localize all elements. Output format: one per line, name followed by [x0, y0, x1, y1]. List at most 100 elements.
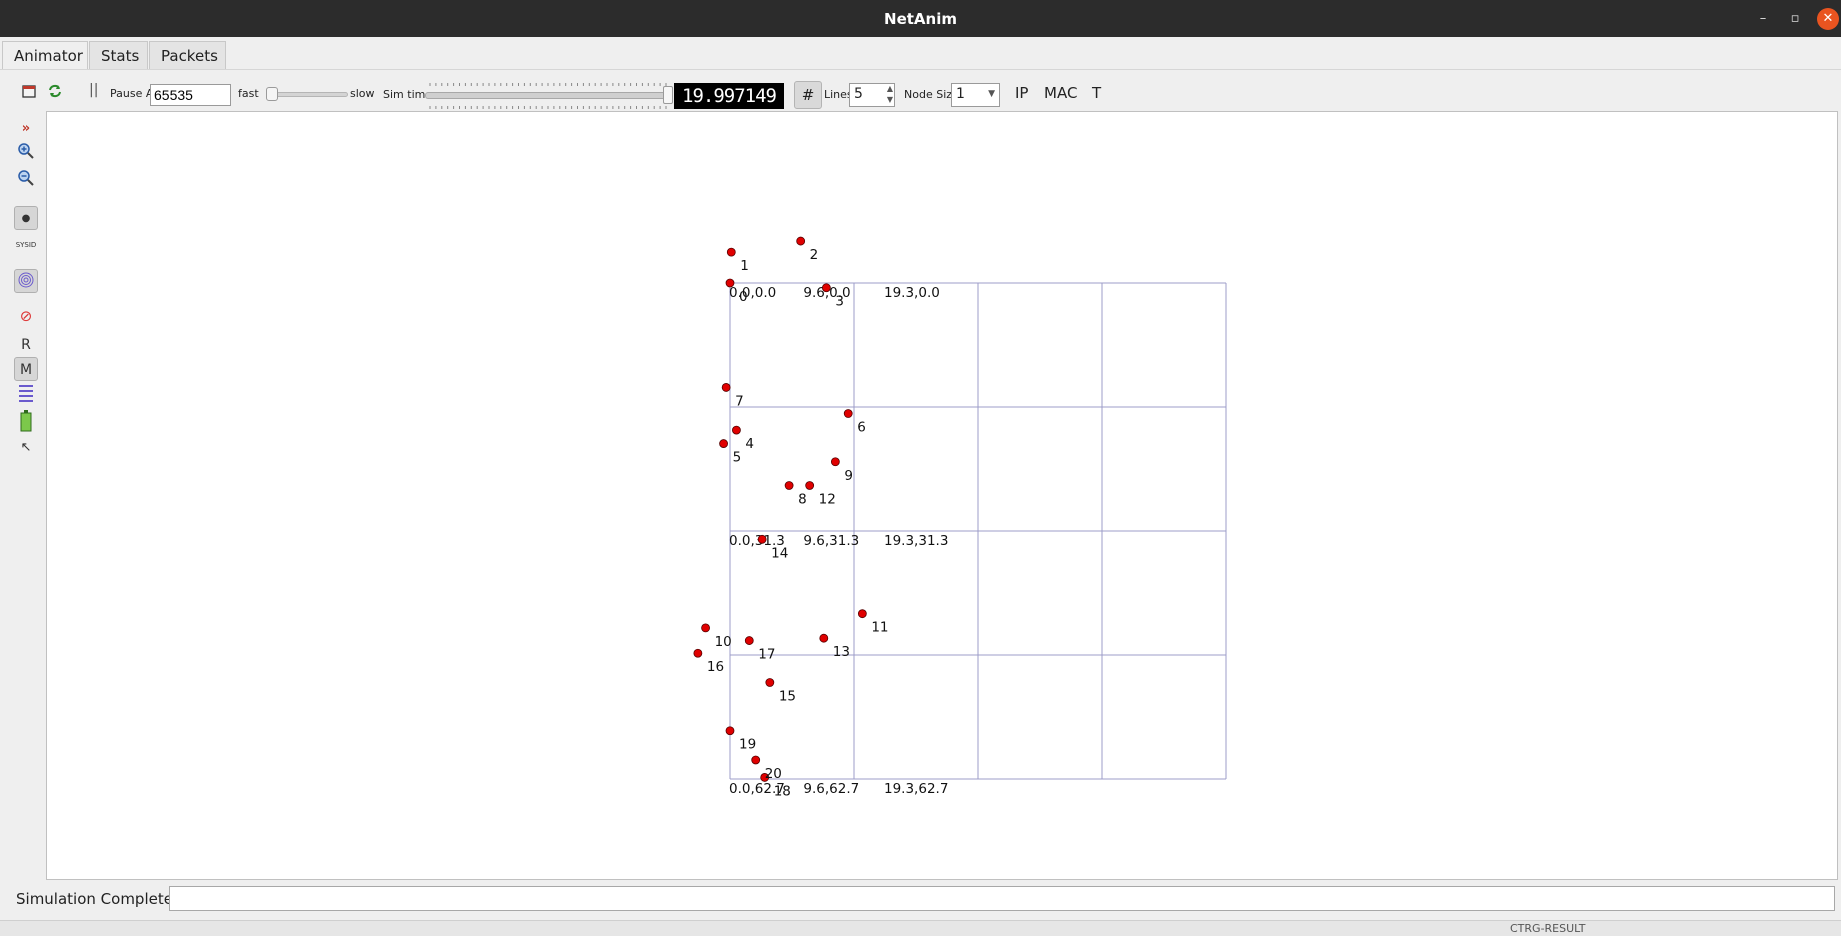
mouse-position-icon[interactable]: ↖	[14, 436, 38, 460]
network-node[interactable]	[765, 678, 775, 687]
m-toggle[interactable]: M	[14, 357, 38, 381]
sim-time-display: 19.997149	[674, 83, 784, 109]
node-id-label: 4	[745, 436, 754, 452]
minimize-button[interactable]: –	[1752, 8, 1774, 30]
chevron-down-icon: ▼	[988, 89, 995, 99]
node-id-label: 20	[765, 766, 782, 782]
tab-bar: Animator Stats Packets	[0, 37, 1841, 69]
ip-toggle[interactable]: IP	[1015, 84, 1028, 102]
network-node[interactable]	[693, 648, 703, 658]
left-toolbar: » ● SYSID ⊘ R M ↖	[0, 111, 46, 881]
network-node[interactable]	[830, 457, 840, 467]
mac-toggle[interactable]: MAC	[1044, 84, 1077, 102]
title-bar: NetAnim – ▫ ✕	[0, 0, 1841, 37]
status-message-field	[169, 886, 1835, 911]
node-id-toggle-icon[interactable]: ●	[14, 206, 38, 230]
open-file-icon[interactable]	[20, 82, 38, 100]
network-node[interactable]	[784, 481, 794, 490]
status-text: Simulation Completed	[16, 890, 183, 908]
fast-label: fast	[238, 87, 259, 100]
zoom-out-icon[interactable]	[14, 168, 38, 192]
t-toggle[interactable]: T	[1092, 84, 1101, 102]
grid-coordinate-label: 9.6,62.7	[803, 781, 859, 797]
pause-play-icon[interactable]: ||	[89, 82, 98, 98]
spin-up-icon[interactable]: ▲	[887, 84, 893, 93]
battery-icon[interactable]	[14, 410, 38, 434]
lines-value: 5	[854, 86, 863, 102]
window-title: NetAnim	[884, 10, 957, 28]
network-node[interactable]	[796, 236, 806, 246]
network-node[interactable]	[701, 623, 710, 633]
tab-animator[interactable]: Animator	[2, 41, 88, 69]
speed-slider-handle[interactable]	[266, 87, 278, 101]
node-id-label: 17	[758, 647, 775, 663]
network-node[interactable]	[843, 409, 853, 418]
lines-spinbox[interactable]: 5 ▲ ▼	[849, 83, 895, 107]
node-id-label: 9	[844, 468, 853, 484]
node-id-label: 6	[857, 420, 866, 436]
animation-canvas[interactable]: 0.0,0.0 9.6,0.0 19.3,0.0 0.0,31.3 9.6,31.3 19…	[46, 111, 1838, 880]
tab-stats[interactable]: Stats	[89, 41, 148, 69]
sim-time-slider-handle[interactable]	[663, 86, 673, 104]
reload-icon[interactable]	[46, 82, 64, 100]
node-id-label: 14	[771, 545, 788, 561]
grid-coordinate-label: 19.3,0.0	[884, 285, 940, 301]
grid-coordinate-label: 19.3,62.7	[884, 781, 948, 797]
grid-coordinate-label: 9.6,31.3	[803, 533, 859, 549]
node-id-label: 16	[707, 659, 724, 675]
grid-coordinate-label: 19.3,31.3	[884, 533, 948, 549]
node-size-value: 1	[956, 86, 965, 102]
node-id-label: 12	[819, 492, 836, 508]
network-node[interactable]	[821, 283, 831, 293]
grid-toggle-button[interactable]: #	[794, 81, 822, 109]
network-node[interactable]	[857, 609, 867, 619]
network-node[interactable]	[805, 481, 815, 490]
r-toggle[interactable]: R	[14, 333, 38, 357]
tray-text: CTRG-RESULT	[1510, 922, 1586, 935]
taskbar: CTRG-RESULT	[0, 920, 1841, 936]
node-id-label: 10	[715, 634, 732, 650]
node-id-label: 7	[735, 393, 744, 409]
close-button[interactable]: ✕	[1817, 8, 1839, 30]
network-node[interactable]	[721, 383, 731, 392]
node-id-label: 3	[835, 294, 844, 310]
fast-forward-icon[interactable]: »	[14, 117, 38, 141]
node-id-label: 13	[833, 644, 850, 660]
network-node[interactable]	[725, 278, 735, 288]
pause-at-input[interactable]	[150, 84, 231, 106]
no-entry-icon[interactable]: ⊘	[14, 304, 38, 328]
node-layer: 01234567891011121314151617181920	[693, 236, 889, 799]
tab-packets[interactable]: Packets	[149, 41, 226, 69]
node-size-select[interactable]: 1 ▼	[951, 83, 1000, 107]
speed-slider-track[interactable]	[268, 92, 348, 97]
network-node[interactable]	[726, 247, 736, 257]
node-id-label: 5	[733, 450, 742, 466]
node-id-label: 8	[798, 492, 807, 508]
routing-lines-icon[interactable]	[14, 383, 38, 407]
network-node[interactable]	[732, 425, 741, 435]
node-id-label: 19	[739, 737, 756, 753]
spin-down-icon[interactable]: ▼	[887, 95, 893, 104]
toolbar: || Pause At fast slow Sim time 19.997149…	[0, 69, 1841, 111]
network-node[interactable]	[751, 755, 761, 765]
node-id-label: 18	[774, 783, 791, 799]
node-id-label: 1	[740, 258, 749, 274]
wireless-circles-icon[interactable]	[14, 269, 38, 293]
sim-time-slider-track[interactable]	[425, 92, 668, 99]
status-bar: Simulation Completed	[0, 880, 1841, 920]
maximize-button[interactable]: ▫	[1784, 8, 1806, 30]
network-node[interactable]	[725, 726, 735, 736]
node-id-label: 0	[739, 289, 748, 305]
node-id-label: 11	[871, 620, 888, 636]
network-node[interactable]	[819, 633, 829, 643]
network-node[interactable]	[757, 534, 767, 544]
node-id-label: 2	[810, 247, 819, 263]
grid-coordinate-label: 0.0,0.0	[729, 285, 776, 301]
sysid-toggle[interactable]: SYSID	[14, 233, 38, 257]
network-node[interactable]	[744, 636, 754, 645]
node-id-label: 15	[779, 688, 796, 704]
topology-view: 0.0,0.0 9.6,0.0 19.3,0.00.0,31.3 9.6,31.3 19…	[693, 236, 1227, 799]
network-node[interactable]	[719, 439, 728, 448]
slow-label: slow	[350, 87, 375, 100]
zoom-in-icon[interactable]	[14, 141, 38, 165]
